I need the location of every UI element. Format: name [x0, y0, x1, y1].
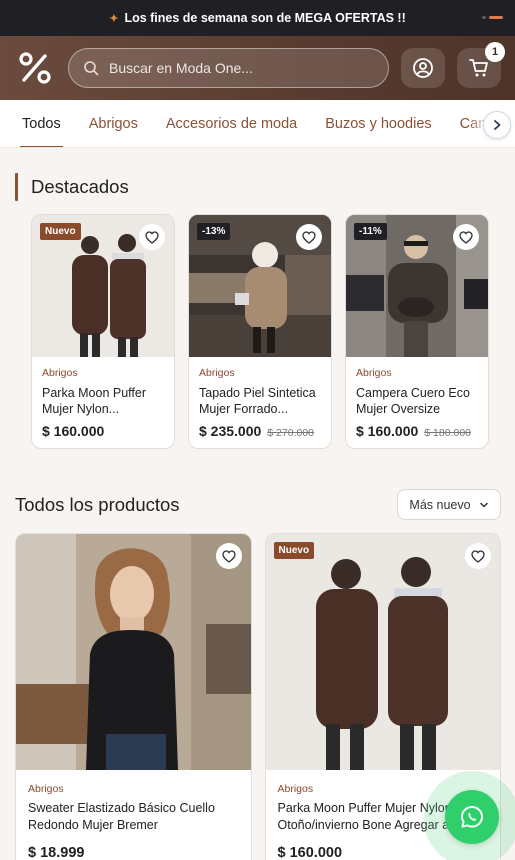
product-old-price: $ 270.000 [267, 427, 315, 439]
featured-list: Nuevo Abrigos Parka Moon Puffer Mujer Ny… [0, 214, 515, 449]
chevron-right-icon [491, 119, 503, 131]
heart-icon[interactable] [215, 543, 242, 569]
percent-icon[interactable] [14, 47, 56, 89]
product-name[interactable]: Campera Cuero Eco Mujer Oversize Cuell..… [356, 385, 478, 417]
heart-icon[interactable] [296, 224, 322, 250]
carousel-dot[interactable] [482, 16, 486, 19]
account-button[interactable] [401, 48, 445, 88]
product-price: $ 160.000 [356, 423, 419, 439]
search-input[interactable] [109, 60, 374, 76]
product-pricing: $ 160.000 $ 180.000 [356, 423, 478, 439]
sort-label: Más nuevo [409, 497, 471, 512]
product-category: Abrigos [199, 367, 235, 379]
search-bar[interactable] [68, 48, 389, 88]
sparkle-icon: ✦ [109, 12, 119, 25]
cart-icon [468, 57, 490, 79]
product-price: $ 18.999 [28, 845, 85, 860]
product-image[interactable]: -11% [346, 215, 488, 357]
tab-abrigos[interactable]: Abrigos [75, 100, 152, 147]
cart-count-badge: 1 [485, 42, 505, 62]
product-info: Abrigos Tapado Piel Sintetica Mujer Forr… [189, 357, 331, 439]
heart-icon[interactable] [453, 224, 479, 250]
chevron-down-icon [479, 500, 489, 510]
tab-accesorios-de-moda[interactable]: Accesorios de moda [152, 100, 311, 147]
product-category: Abrigos [28, 783, 64, 795]
featured-title: Destacados [31, 176, 129, 197]
cart-button[interactable]: 1 [457, 42, 505, 88]
product-image[interactable] [16, 534, 251, 770]
sort-dropdown[interactable]: Más nuevo [397, 489, 501, 520]
site-header: 1 [0, 36, 515, 100]
featured-heading: Destacados [15, 172, 515, 202]
promo-carousel-dots [482, 16, 503, 19]
promo-bar: ✦ Los fines de semana son de MEGA OFERTA… [0, 0, 515, 36]
product-card[interactable]: Abrigos Sweater Elastizado Básico Cuello… [15, 533, 252, 860]
carousel-dot-active[interactable] [489, 16, 503, 19]
product-image[interactable]: Nuevo [265, 534, 500, 770]
whatsapp-button[interactable] [445, 790, 499, 844]
product-pricing: $ 160.000 [42, 423, 164, 439]
product-pricing: $ 235.000 $ 270.000 [199, 423, 321, 439]
search-icon [83, 60, 99, 76]
featured-product-card[interactable]: Nuevo Abrigos Parka Moon Puffer Mujer Ny… [31, 214, 175, 449]
heart-icon[interactable] [465, 543, 491, 569]
product-old-price: $ 180.000 [424, 427, 472, 439]
all-products-title: Todos los productos [15, 493, 180, 515]
tab-buzos-y-hoodies[interactable]: Buzos y hoodies [311, 100, 445, 147]
user-icon [412, 57, 434, 79]
product-name[interactable]: Parka Moon Puffer Mujer Nylon... [42, 385, 164, 417]
product-tag: Nuevo [40, 223, 81, 240]
product-name[interactable]: Sweater Elastizado Básico Cuello Redondo… [28, 800, 239, 834]
product-price: $ 235.000 [199, 423, 262, 439]
tab-todos[interactable]: Todos [8, 100, 75, 147]
tabs-next-button[interactable] [483, 111, 511, 139]
product-price: $ 160.000 [42, 423, 105, 439]
product-info: Abrigos Sweater Elastizado Básico Cuello… [16, 770, 251, 860]
discount-tag: -13% [197, 223, 231, 240]
product-image[interactable]: Nuevo [32, 215, 174, 357]
product-category: Abrigos [42, 367, 78, 379]
product-info: Abrigos Campera Cuero Eco Mujer Oversize… [346, 357, 488, 439]
product-name[interactable]: Tapado Piel Sintetica Mujer Forrado... [199, 385, 321, 417]
product-image[interactable]: -13% [189, 215, 331, 357]
category-tabs: Todos Abrigos Accesorios de moda Buzos y… [0, 100, 515, 148]
all-products-heading: Todos los productos Más nuevo [15, 489, 501, 520]
heading-accent-bar [15, 173, 18, 201]
product-info: Abrigos Parka Moon Puffer Mujer Nylon...… [32, 357, 174, 439]
featured-product-card[interactable]: -13% Abrigos Tapado Piel Sintetica Mujer… [188, 214, 332, 449]
whatsapp-icon [459, 804, 485, 830]
product-tag: Nuevo [273, 542, 315, 559]
featured-product-card[interactable]: -11% Abrigos Campera Cuero Eco Mujer Ove… [345, 214, 489, 449]
promo-text: Los fines de semana son de MEGA OFERTAS … [124, 11, 406, 25]
discount-tag: -11% [354, 223, 387, 240]
product-category: Abrigos [356, 367, 392, 379]
heart-icon[interactable] [139, 224, 165, 250]
